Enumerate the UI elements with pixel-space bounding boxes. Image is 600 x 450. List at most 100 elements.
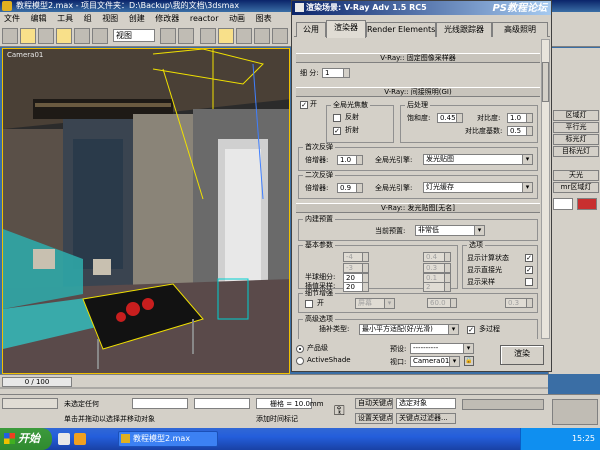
contrast-label: 对比度: xyxy=(477,114,501,122)
menu-create[interactable]: 创建 xyxy=(125,12,149,25)
menu-graph-editors[interactable]: 图表 xyxy=(252,12,276,25)
show-calc-checkbox[interactable] xyxy=(525,254,533,262)
preset-dropdown[interactable]: ---------- xyxy=(410,343,474,354)
snap-icon[interactable] xyxy=(200,28,216,44)
percent-snap-icon[interactable] xyxy=(236,28,252,44)
min-rate-spinner[interactable]: -4 xyxy=(343,252,369,262)
angle-snap-icon[interactable] xyxy=(218,28,234,44)
tab-renderer[interactable]: 渲染器 xyxy=(326,20,366,38)
add-time-tag[interactable]: 添加时间标记 xyxy=(256,414,298,424)
object-color-swatch[interactable] xyxy=(577,198,597,210)
detail-scale-dropdown[interactable]: 屏幕 xyxy=(355,298,395,309)
menu-animation[interactable]: 动画 xyxy=(225,12,249,25)
viewport-navigation-controls[interactable] xyxy=(552,399,598,425)
render-button[interactable]: 渲染 xyxy=(500,345,544,365)
refractive-caustics-checkbox[interactable] xyxy=(333,127,341,135)
current-preset-label: 当前预置: xyxy=(375,227,406,235)
reflective-caustics-checkbox[interactable] xyxy=(333,114,341,122)
x-coord-field[interactable] xyxy=(132,398,188,409)
scale-icon[interactable] xyxy=(92,28,108,44)
menu-reactor[interactable]: reactor xyxy=(186,12,223,25)
gi-on-checkbox[interactable] xyxy=(300,101,308,109)
detail-subdivs-mult-spinner[interactable]: 0.3 xyxy=(505,298,533,308)
lock-viewport-icon[interactable]: 🔒 xyxy=(464,356,474,366)
rollout-indirect-illumination[interactable]: V-Ray:: 间接照明(GI) xyxy=(296,87,540,97)
viewport-dropdown[interactable]: Camera01 xyxy=(410,356,460,367)
pivot-icon[interactable] xyxy=(160,28,176,44)
interp-type-dropdown[interactable]: 最小平方适配(好/光滑) xyxy=(359,324,459,335)
rollout-irradiance-map[interactable]: V-Ray:: 发光贴图[无名] xyxy=(296,203,540,213)
cmd-mr-area-light[interactable]: mr区域灯 xyxy=(553,182,599,193)
tab-raytracer[interactable]: 光线跟踪器 xyxy=(436,22,492,37)
show-direct-checkbox[interactable] xyxy=(525,266,533,274)
primary-multiplier-spinner[interactable]: 1.0 xyxy=(337,155,363,165)
rollout-fixed-sampler[interactable]: V-Ray:: 固定图像采样器 xyxy=(296,53,540,63)
select-icon[interactable] xyxy=(20,28,36,44)
menu-edit[interactable]: 编辑 xyxy=(27,12,51,25)
quick-launch-icon[interactable] xyxy=(74,433,86,445)
playback-controls[interactable] xyxy=(462,399,544,410)
multipass-checkbox[interactable] xyxy=(467,326,475,334)
interp-samples-spinner[interactable]: 20 xyxy=(343,282,369,292)
cmd-target-light[interactable]: 标光灯 xyxy=(553,134,599,145)
saturation-spinner[interactable]: 0.45 xyxy=(437,113,463,123)
menu-modifiers[interactable]: 修改器 xyxy=(151,12,183,25)
y-coord-field[interactable] xyxy=(194,398,250,409)
production-radio[interactable] xyxy=(296,345,304,353)
clr-thresh-spinner[interactable]: 0.4 xyxy=(423,252,451,262)
undo-icon[interactable] xyxy=(2,28,18,44)
interp-type-label: 插补类型: xyxy=(319,325,350,333)
scrollbar-thumb[interactable] xyxy=(542,62,549,102)
frame-slider[interactable]: 0 / 100 xyxy=(2,377,72,387)
menu-group[interactable]: 组 xyxy=(80,12,96,25)
activeshade-radio[interactable] xyxy=(296,357,304,365)
timeline[interactable]: 0 / 100 xyxy=(0,374,548,394)
viewport-label[interactable]: Camera01 xyxy=(7,51,43,59)
clock[interactable]: 15:25 xyxy=(572,434,595,443)
cmd-target-spot[interactable]: 目标光灯 xyxy=(553,146,599,157)
rotate-icon[interactable] xyxy=(74,28,90,44)
key-filters-button[interactable]: 关键点过滤器... xyxy=(396,413,456,424)
dialog-title-bar[interactable]: 渲染场景: V-Ray Adv 1.5 RC5 PS教程论坛 xyxy=(292,1,551,15)
mirror-icon[interactable] xyxy=(254,28,270,44)
cmd-skylight[interactable]: 天光 xyxy=(553,170,599,181)
show-samples-checkbox[interactable] xyxy=(525,278,533,286)
camera-viewport[interactable]: Camera01 xyxy=(2,48,290,374)
move-icon[interactable] xyxy=(56,28,72,44)
tab-render-elements[interactable]: Render Elements xyxy=(366,22,436,37)
detail-radius-spinner[interactable]: 60.0 xyxy=(427,298,457,308)
subdivs-spinner[interactable]: 1 xyxy=(322,68,350,78)
listener-field[interactable] xyxy=(2,398,58,409)
menu-file[interactable]: 文件 xyxy=(0,12,24,25)
current-preset-dropdown[interactable]: 非常低 xyxy=(415,225,485,236)
detail-enhancement-label: 细节增强 xyxy=(303,289,335,297)
key-icon[interactable]: ⚿ xyxy=(334,403,345,419)
selection-set-select[interactable]: 选定对象 xyxy=(396,398,456,409)
interp-frames-spinner[interactable]: 2 xyxy=(423,282,451,292)
quick-launch-icon[interactable] xyxy=(58,433,70,445)
detail-on-checkbox[interactable] xyxy=(305,300,313,308)
contrast-base-spinner[interactable]: 0.5 xyxy=(507,126,533,136)
dialog-scrollbar[interactable] xyxy=(541,39,550,339)
max-rate-spinner[interactable]: -3 xyxy=(343,263,369,273)
name-color-field[interactable] xyxy=(553,198,573,210)
tab-common[interactable]: 公用 xyxy=(296,22,326,37)
nrm-thresh-spinner[interactable]: 0.3 xyxy=(423,263,451,273)
cmd-directional-light[interactable]: 平行光 xyxy=(553,122,599,133)
tab-advanced-lighting[interactable]: 高级照明 xyxy=(492,22,548,37)
taskbar-task-max[interactable]: 教程模型2.max xyxy=(118,431,218,447)
secondary-multiplier-spinner[interactable]: 0.9 xyxy=(337,183,363,193)
contrast-spinner[interactable]: 1.0 xyxy=(507,113,533,123)
start-button[interactable]: 开始 xyxy=(0,428,52,450)
menu-views[interactable]: 视图 xyxy=(98,12,122,25)
set-key-button[interactable]: 设置关键点 xyxy=(355,413,393,424)
auto-key-button[interactable]: 自动关键点 xyxy=(355,398,393,409)
secondary-engine-dropdown[interactable]: 灯光缓存 xyxy=(423,182,533,193)
primary-engine-dropdown[interactable]: 发光贴图 xyxy=(423,154,533,165)
menu-tools[interactable]: 工具 xyxy=(53,12,77,25)
reference-coord-select[interactable]: 视图 xyxy=(113,29,155,42)
align-icon[interactable] xyxy=(272,28,288,44)
select-region-icon[interactable] xyxy=(38,28,54,44)
cmd-area-light[interactable]: 区域灯 xyxy=(553,110,599,121)
select-manipulate-icon[interactable] xyxy=(178,28,194,44)
